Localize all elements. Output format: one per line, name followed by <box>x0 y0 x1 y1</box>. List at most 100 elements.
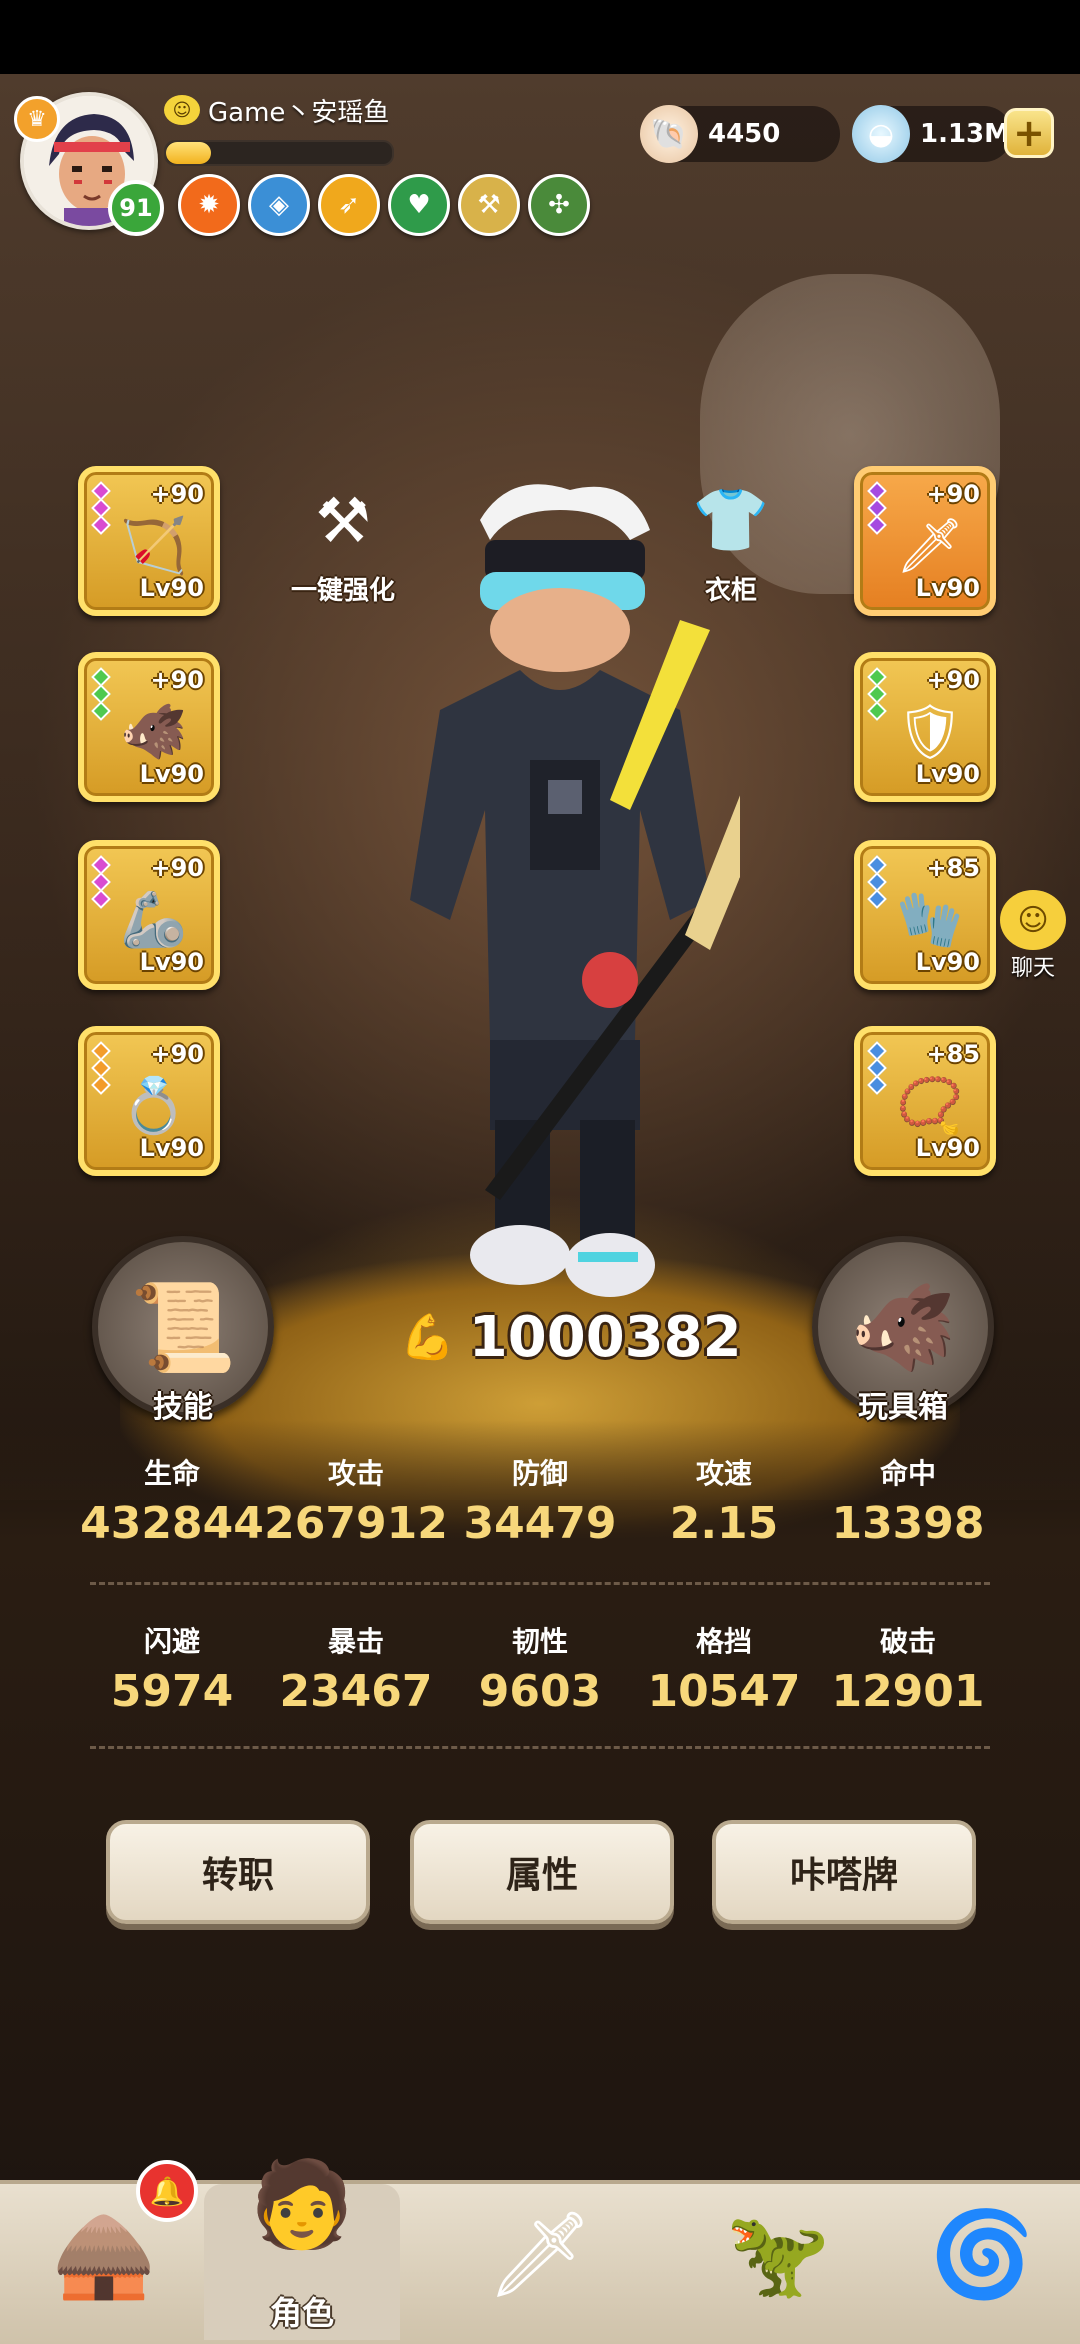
stat-label: 闪避 <box>143 1625 200 1658</box>
stat-label: 攻击 <box>327 1457 384 1490</box>
notification-bell-icon: 🔔 <box>136 2160 198 2222</box>
nav-portal[interactable]: 🌀 <box>884 2184 1080 2340</box>
quality-gems <box>91 667 111 721</box>
enhance-level: +90 <box>150 666 204 694</box>
add-currency-button[interactable]: + <box>1004 108 1054 158</box>
gem-icon <box>91 515 111 535</box>
skills-button[interactable]: 📜 技能 <box>88 1236 278 1426</box>
enhance-level: +90 <box>926 480 980 508</box>
stat-value: 10547 <box>647 1666 801 1717</box>
armor-icon: 🛡 <box>895 700 965 763</box>
cactus-medal-icon[interactable]: ✣ <box>528 174 590 236</box>
nav-pets[interactable]: 🦖 <box>680 2184 876 2340</box>
stat-label: 格挡 <box>695 1625 752 1658</box>
attributes-button[interactable]: 属性 <box>410 1820 674 1924</box>
item-level: Lv90 <box>915 948 980 976</box>
bracer-icon: 🦾 <box>120 888 188 951</box>
crest-icon: ♛ <box>14 96 60 142</box>
stats-divider <box>90 1582 990 1585</box>
sword-rock-icon: 🗡 <box>486 2204 594 2303</box>
portal-icon: 🌀 <box>929 2204 1035 2303</box>
stat-value: 12901 <box>831 1666 985 1717</box>
item-level: Lv90 <box>139 1134 204 1162</box>
chat-button[interactable]: ☺ 聊天 <box>988 890 1078 982</box>
water-medal-icon[interactable]: ◈ <box>248 174 310 236</box>
enhance-level: +90 <box>150 1040 204 1068</box>
pearl-currency[interactable]: ◒ 1.13M <box>852 105 1012 163</box>
item-level: Lv90 <box>915 1134 980 1162</box>
stat-4: 破击 12901 <box>816 1620 1000 1717</box>
chat-icon: ☺ <box>1000 890 1066 950</box>
quality-gems <box>867 667 887 721</box>
gem-icon <box>867 515 887 535</box>
stat-2: 韧性 9603 <box>448 1620 632 1717</box>
shell-currency[interactable]: 🐚 4450 <box>640 105 840 163</box>
pearl-amount: 1.13M <box>920 119 1011 149</box>
sprint-medal-icon[interactable]: ➶ <box>318 174 380 236</box>
shell-icon: 🐚 <box>640 105 698 163</box>
enhance-level: +85 <box>926 854 980 882</box>
stat-4: 命中 13398 <box>816 1452 1000 1549</box>
equipment-slot-ring[interactable]: 💍 +90 Lv90 <box>78 1026 220 1176</box>
item-level: Lv90 <box>139 948 204 976</box>
quality-gems <box>867 1041 887 1095</box>
smiley-icon: ☺ <box>164 95 200 125</box>
boar-helmet-icon: 🐗 <box>120 700 188 763</box>
stats-divider <box>90 1746 990 1749</box>
equipment-slot-necklace[interactable]: 📿 +85 Lv90 <box>854 1026 996 1176</box>
skills-label: 技能 <box>153 1390 213 1425</box>
stat-label: 破击 <box>879 1625 936 1658</box>
glove-icon: 🧤 <box>896 888 964 951</box>
quality-gems <box>867 481 887 535</box>
equipment-slot-glove[interactable]: 🧤 +85 Lv90 <box>854 840 996 990</box>
stat-value: 2.15 <box>669 1498 779 1549</box>
flame-medal-icon[interactable]: ✹ <box>178 174 240 236</box>
gem-icon <box>91 701 111 721</box>
dinosaur-pet-icon: 🦖 <box>725 2204 831 2303</box>
axe-medal-icon[interactable]: ⚒ <box>458 174 520 236</box>
equipment-slot-bracer[interactable]: 🦾 +90 Lv90 <box>78 840 220 990</box>
enhance-level: +90 <box>926 666 980 694</box>
heart-medal-icon[interactable]: ♥ <box>388 174 450 236</box>
stat-value: 5974 <box>110 1666 234 1717</box>
stat-3: 格挡 10547 <box>632 1620 816 1717</box>
stat-2: 防御 34479 <box>448 1452 632 1549</box>
nav-character-label: 角色 <box>269 2294 334 2332</box>
stat-0: 闪避 5974 <box>80 1620 264 1717</box>
character-head-icon: 🧑 <box>249 2154 355 2253</box>
stat-label: 攻速 <box>695 1457 752 1490</box>
toybox-button[interactable]: 🐗 玩具箱 <box>808 1236 998 1426</box>
stat-label: 暴击 <box>327 1625 384 1658</box>
item-level: Lv90 <box>139 574 204 602</box>
equipment-slot-bow[interactable]: 🏹 +90 Lv90 <box>78 466 220 616</box>
item-level: Lv90 <box>139 760 204 788</box>
stat-0: 生命 432844 <box>80 1452 264 1549</box>
stat-value: 23467 <box>279 1666 433 1717</box>
quality-gems <box>91 1041 111 1095</box>
player-name-row: ☺ Game丶安瑶鱼 <box>164 92 389 128</box>
bicep-icon: 💪 <box>400 1312 455 1363</box>
quality-gems <box>867 855 887 909</box>
stat-value: 9603 <box>478 1666 602 1717</box>
equipment-slot-boar-helmet[interactable]: 🐗 +90 Lv90 <box>78 652 220 802</box>
equipment-slot-claw-weapon[interactable]: 🗡 +90 Lv90 <box>854 466 996 616</box>
stat-value: 267912 <box>264 1498 448 1549</box>
cards-button[interactable]: 咔嗒牌 <box>712 1820 976 1924</box>
quality-gems <box>91 481 111 535</box>
equipment-slot-armor[interactable]: 🛡 +90 Lv90 <box>854 652 996 802</box>
job-change-button[interactable]: 转职 <box>106 1820 370 1924</box>
quality-gems <box>91 855 111 909</box>
nav-character[interactable]: 🧑 角色 <box>204 2155 400 2340</box>
status-bar <box>0 0 1080 74</box>
stat-label: 命中 <box>879 1457 936 1490</box>
enhance-level: +85 <box>926 1040 980 1068</box>
nav-battle[interactable]: 🗡 <box>442 2184 638 2340</box>
player-character-model[interactable] <box>380 480 740 1300</box>
stat-value: 432844 <box>80 1498 264 1549</box>
stats-row-2: 闪避 5974 暴击 23467 韧性 9603 格挡 10547 破击 12901 <box>80 1620 1000 1717</box>
toybox-label: 玩具箱 <box>858 1390 948 1425</box>
stat-3: 攻速 2.15 <box>632 1452 816 1549</box>
shell-amount: 4450 <box>708 119 781 149</box>
stat-label: 韧性 <box>511 1625 568 1658</box>
combat-power: 💪 1000382 <box>400 1302 742 1372</box>
